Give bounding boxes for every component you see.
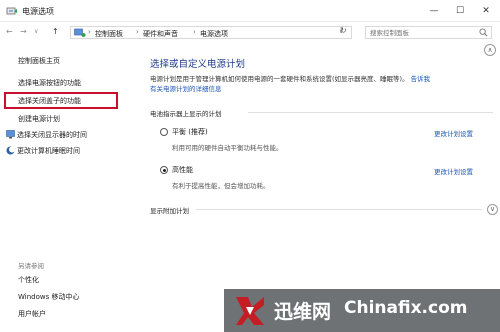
plan-high-performance-name[interactable]: 高性能 bbox=[172, 165, 193, 175]
search-input[interactable] bbox=[366, 27, 476, 38]
sidebar-link-create-plan[interactable]: 创建电源计划 bbox=[18, 114, 60, 124]
show-additional-plans-label[interactable]: 显示附加计划 bbox=[150, 205, 189, 215]
maximize-button[interactable]: ☐ bbox=[446, 0, 474, 22]
sidebar-link-label: 更改计算机睡眠时间 bbox=[17, 147, 80, 155]
plan-balanced-settings-link[interactable]: 更改计划设置 bbox=[434, 128, 473, 138]
breadcrumb[interactable]: › 控制面板 › 硬件和声音 › 电源选项 ∨ bbox=[70, 26, 352, 39]
plan-high-performance-radio[interactable] bbox=[160, 166, 168, 174]
power-options-icon bbox=[6, 7, 17, 15]
breadcrumb-control-panel[interactable]: 控制面板 bbox=[95, 29, 123, 39]
display-icon bbox=[6, 130, 15, 139]
see-also-mobility-center[interactable]: Windows 移动中心 bbox=[18, 292, 79, 302]
breadcrumb-separator: › bbox=[88, 28, 91, 36]
breadcrumb-separator: › bbox=[193, 28, 196, 36]
sidebar: 控制面板主页 选择电源按钮的功能 选择关闭盖子的功能 创建电源计划 选择关闭显示… bbox=[0, 42, 138, 332]
plan-balanced-radio[interactable] bbox=[160, 128, 168, 136]
search-icon[interactable] bbox=[479, 28, 488, 37]
recent-locations-button[interactable]: ∨ bbox=[34, 26, 38, 38]
see-also-personalization[interactable]: 个性化 bbox=[18, 275, 39, 285]
minimize-button[interactable]: — bbox=[420, 0, 448, 22]
additional-plans-divider bbox=[196, 209, 482, 210]
refresh-button[interactable]: ↻ bbox=[340, 26, 347, 35]
title-bar: 电源选项 — ☐ ✕ bbox=[0, 0, 500, 22]
see-also-heading: 另请参阅 bbox=[18, 262, 44, 270]
plan-details-link[interactable]: 有关电源计划的详细信息 bbox=[150, 85, 222, 93]
control-panel-icon bbox=[74, 28, 86, 37]
sidebar-home-link[interactable]: 控制面板主页 bbox=[18, 56, 60, 66]
sidebar-link-display-off[interactable]: 选择关闭显示器的时间 bbox=[6, 130, 87, 140]
plans-section-label: 电池指示器上显示的计划 bbox=[150, 110, 222, 118]
address-bar: ← → ∨ ↑ › 控制面板 › 硬件和声音 › 电源选项 ∨ ↻ bbox=[0, 22, 500, 42]
highlight-box bbox=[4, 92, 118, 109]
back-button[interactable]: ← bbox=[6, 26, 13, 38]
moon-icon bbox=[6, 146, 15, 155]
watermark-banner: 迅维网 Chinafix.com bbox=[224, 289, 500, 332]
section-divider bbox=[248, 112, 493, 113]
window-title: 电源选项 bbox=[22, 7, 54, 16]
forward-button[interactable]: → bbox=[20, 26, 27, 38]
watermark-brand-en: Chinafix.com bbox=[344, 298, 468, 318]
breadcrumb-separator: › bbox=[136, 28, 139, 36]
search-box[interactable] bbox=[365, 26, 492, 39]
plan-balanced-name[interactable]: 平衡 (推荐) bbox=[172, 127, 208, 137]
watermark-brand-cn: 迅维网 bbox=[274, 301, 332, 323]
breadcrumb-power-options[interactable]: 电源选项 bbox=[200, 29, 228, 39]
sidebar-link-sleep-time[interactable]: 更改计算机睡眠时间 bbox=[6, 146, 80, 156]
plan-high-performance-description: 有利于提高性能，但会增加功耗。 bbox=[172, 182, 270, 190]
expand-additional-plans-button[interactable]: ∨ bbox=[487, 204, 498, 215]
sidebar-link-label: 选择关闭显示器的时间 bbox=[17, 131, 87, 139]
plan-high-performance-settings-link[interactable]: 更改计划设置 bbox=[434, 166, 473, 176]
breadcrumb-hardware-sound[interactable]: 硬件和声音 bbox=[143, 29, 178, 39]
chinafix-logo-icon bbox=[236, 297, 264, 325]
plan-balanced-description: 利用可用的硬件自动平衡功耗与性能。 bbox=[172, 144, 283, 152]
see-also-user-accounts[interactable]: 用户帐户 bbox=[18, 309, 46, 319]
tell-me-link[interactable]: 告诉我 bbox=[411, 75, 431, 83]
close-button[interactable]: ✕ bbox=[472, 0, 500, 22]
sidebar-link-power-button[interactable]: 选择电源按钮的功能 bbox=[18, 78, 81, 88]
up-button[interactable]: ↑ bbox=[52, 26, 59, 38]
page-title: 选择或自定义电源计划 bbox=[150, 59, 246, 70]
intro-paragraph: 电源计划是用于管理计算机如何使用电源的一套硬件和系统设置(如显示器亮度、睡眠等)… bbox=[150, 74, 494, 94]
scroll-up-button[interactable]: ∧ bbox=[484, 44, 496, 56]
intro-text: 电源计划是用于管理计算机如何使用电源的一套硬件和系统设置(如显示器亮度、睡眠等)… bbox=[150, 75, 409, 83]
